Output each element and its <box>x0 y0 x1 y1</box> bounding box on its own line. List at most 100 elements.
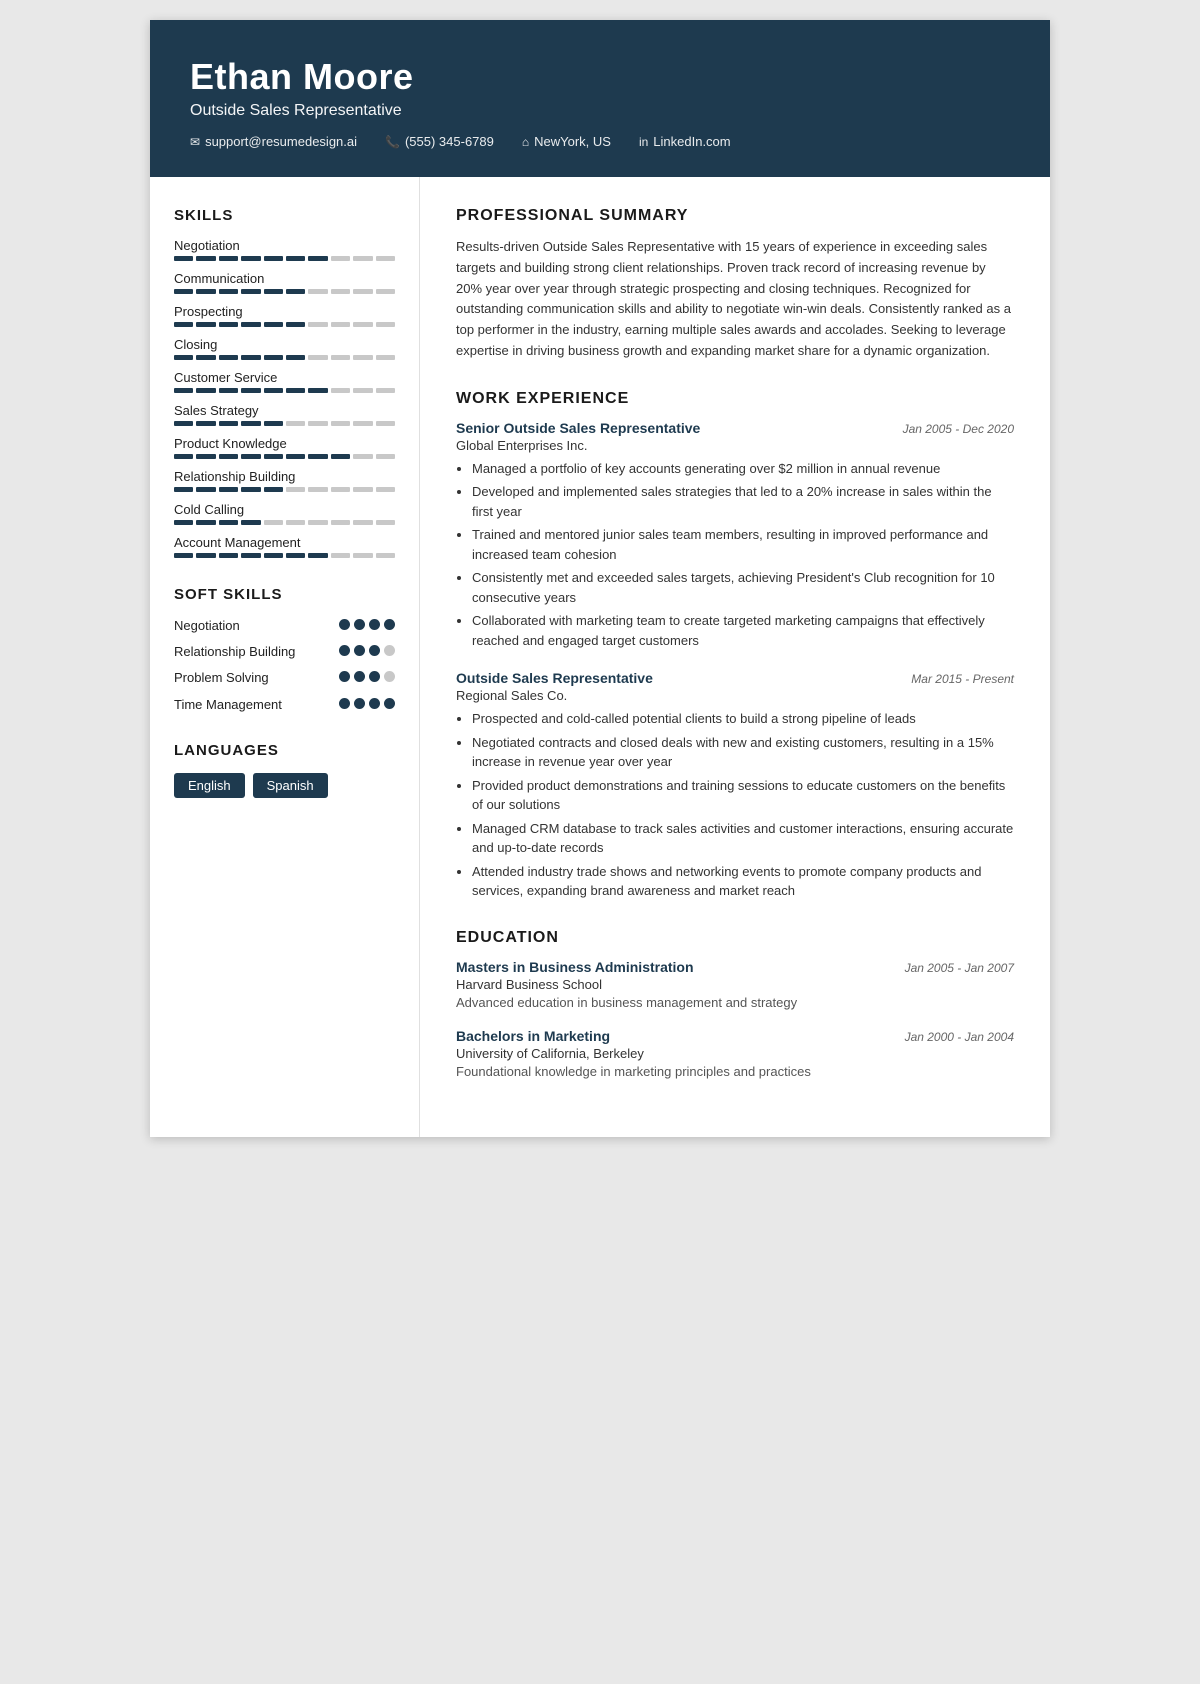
skill-segment <box>241 289 260 294</box>
skill-segment <box>174 487 193 492</box>
skills-title: SKILLS <box>174 207 395 224</box>
skill-segment <box>196 421 215 426</box>
skill-segment <box>219 388 238 393</box>
skill-segment <box>174 256 193 261</box>
skill-segment <box>264 421 283 426</box>
skill-segment <box>353 355 372 360</box>
linkedin-icon: in <box>639 135 648 149</box>
skill-item: Negotiation <box>174 238 395 261</box>
skill-segment <box>264 520 283 525</box>
language-badge: English <box>174 773 245 798</box>
skill-segment <box>196 520 215 525</box>
skill-segment <box>264 454 283 459</box>
skill-segment <box>196 454 215 459</box>
skill-segment <box>196 487 215 492</box>
dot <box>369 698 380 709</box>
skill-name: Relationship Building <box>174 469 395 484</box>
edu-header: Bachelors in Marketing Jan 2000 - Jan 200… <box>456 1028 1014 1044</box>
skill-segment <box>331 520 350 525</box>
skills-section: SKILLS NegotiationCommunicationProspecti… <box>174 207 395 558</box>
email-value: support@resumedesign.ai <box>205 134 357 149</box>
skill-segment <box>353 289 372 294</box>
skill-segment <box>241 520 260 525</box>
skill-bar <box>174 256 395 261</box>
work-title: WORK EXPERIENCE <box>456 390 1014 408</box>
edu-degree: Bachelors in Marketing <box>456 1028 610 1044</box>
edu-school: University of California, Berkeley <box>456 1046 1014 1061</box>
email-icon: ✉ <box>190 135 200 149</box>
summary-text: Results-driven Outside Sales Representat… <box>456 237 1014 362</box>
skill-segment <box>174 520 193 525</box>
skill-segment <box>264 322 283 327</box>
skill-segment <box>331 256 350 261</box>
job-bullet: Developed and implemented sales strategi… <box>472 482 1014 521</box>
skill-segment <box>353 553 372 558</box>
languages-list: EnglishSpanish <box>174 773 395 798</box>
job-company: Global Enterprises Inc. <box>456 438 1014 453</box>
skill-segment <box>241 388 260 393</box>
soft-skill-name: Time Management <box>174 696 282 714</box>
job-header: Senior Outside Sales RepresentativeJan 2… <box>456 420 1014 436</box>
skill-segment <box>174 388 193 393</box>
skill-segment <box>331 487 350 492</box>
job-bullet: Prospected and cold-called potential cli… <box>472 709 1014 729</box>
header: Ethan Moore Outside Sales Representative… <box>150 20 1050 177</box>
soft-skills-section: SOFT SKILLS NegotiationRelationship Buil… <box>174 586 395 714</box>
linkedin-value: LinkedIn.com <box>653 134 730 149</box>
skill-segment <box>174 355 193 360</box>
contact-linkedin[interactable]: in LinkedIn.com <box>639 134 731 149</box>
skill-segment <box>286 388 305 393</box>
dot <box>384 645 395 656</box>
skill-segment <box>331 553 350 558</box>
skill-name: Communication <box>174 271 395 286</box>
phone-icon: 📞 <box>385 135 400 149</box>
job-bullets: Prospected and cold-called potential cli… <box>456 709 1014 901</box>
skill-segment <box>376 421 395 426</box>
education-title: EDUCATION <box>456 929 1014 947</box>
dot <box>369 619 380 630</box>
dots-container <box>339 669 395 682</box>
skill-bar <box>174 388 395 393</box>
edu-desc: Advanced education in business managemen… <box>456 995 1014 1010</box>
soft-skill-name: Relationship Building <box>174 643 295 661</box>
skill-item: Relationship Building <box>174 469 395 492</box>
skill-bar <box>174 421 395 426</box>
phone-value: (555) 345-6789 <box>405 134 494 149</box>
skill-segment <box>174 421 193 426</box>
job-item: Senior Outside Sales RepresentativeJan 2… <box>456 420 1014 651</box>
dot <box>369 645 380 656</box>
skill-segment <box>353 256 372 261</box>
skill-segment <box>376 256 395 261</box>
soft-skills-title: SOFT SKILLS <box>174 586 395 603</box>
skill-name: Sales Strategy <box>174 403 395 418</box>
skill-segment <box>353 322 372 327</box>
skill-segment <box>286 322 305 327</box>
skill-segment <box>219 322 238 327</box>
resume-container: Ethan Moore Outside Sales Representative… <box>150 20 1050 1137</box>
dot <box>384 698 395 709</box>
skill-name: Closing <box>174 337 395 352</box>
skill-segment <box>286 355 305 360</box>
skill-segment <box>308 388 327 393</box>
skill-segment <box>331 289 350 294</box>
skill-segment <box>286 454 305 459</box>
skill-segment <box>196 388 215 393</box>
skill-segment <box>353 454 372 459</box>
skill-segment <box>353 388 372 393</box>
candidate-name: Ethan Moore <box>190 56 1010 98</box>
skill-segment <box>196 553 215 558</box>
skill-segment <box>241 322 260 327</box>
work-section: WORK EXPERIENCE Senior Outside Sales Rep… <box>456 390 1014 901</box>
skill-item: Communication <box>174 271 395 294</box>
skill-segment <box>308 553 327 558</box>
job-header: Outside Sales RepresentativeMar 2015 - P… <box>456 670 1014 686</box>
dot <box>354 698 365 709</box>
edu-dates: Jan 2000 - Jan 2004 <box>905 1030 1014 1044</box>
edu-header: Masters in Business AdministrationJan 20… <box>456 959 1014 975</box>
languages-section: LANGUAGES EnglishSpanish <box>174 742 395 798</box>
job-bullet: Managed CRM database to track sales acti… <box>472 819 1014 858</box>
skills-list: NegotiationCommunicationProspectingClosi… <box>174 238 395 558</box>
skill-segment <box>308 322 327 327</box>
skill-segment <box>286 553 305 558</box>
edu-school: Harvard Business School <box>456 977 1014 992</box>
